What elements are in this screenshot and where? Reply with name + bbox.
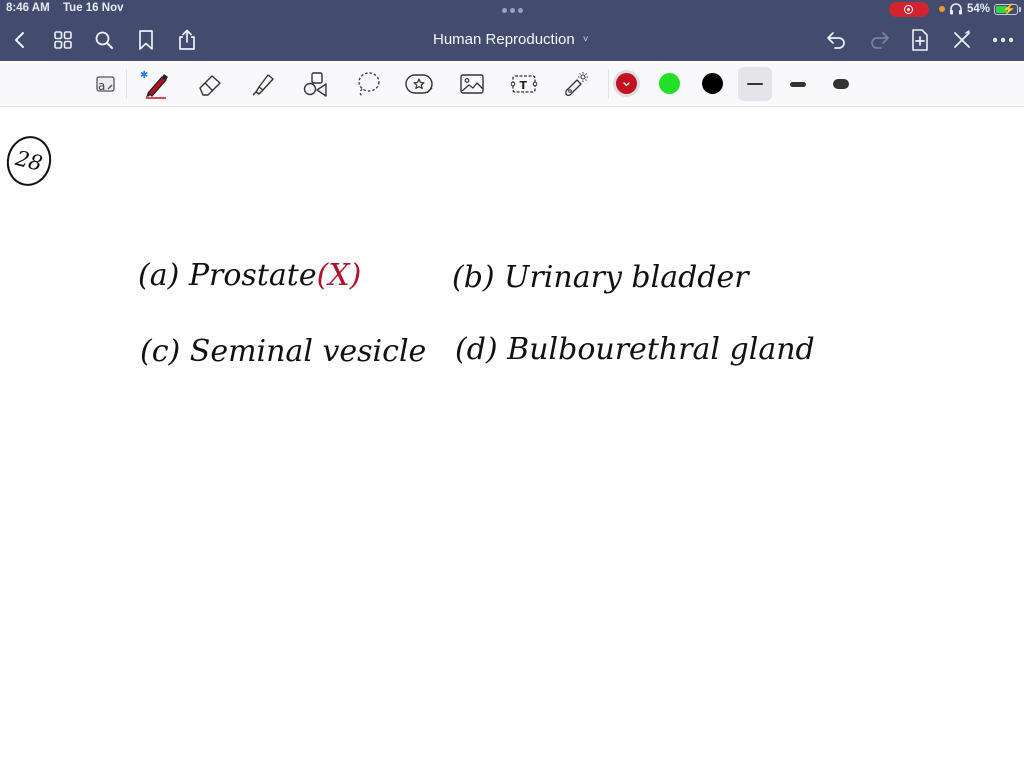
search-button[interactable] <box>90 26 118 54</box>
option-a: (a) Prostate(X) <box>138 258 361 293</box>
add-page-button[interactable] <box>906 26 934 54</box>
app-header: 8:46 AM Tue 16 Nov 54% ⚡ Human Reproduct… <box>0 0 1024 61</box>
image-icon <box>460 74 484 94</box>
question-number-text: 28 <box>13 146 45 176</box>
elements-tool-button[interactable] <box>403 69 435 99</box>
bookmark-button[interactable] <box>132 26 160 54</box>
thin-stroke-icon <box>747 83 763 85</box>
chevron-down-icon: ˅ <box>582 34 589 45</box>
option-c-label: (c) <box>140 334 181 369</box>
undo-button[interactable] <box>823 26 851 54</box>
option-d: (d) Bulbourethral gland <box>455 332 815 367</box>
search-icon <box>95 31 113 49</box>
redo-icon <box>871 32 889 49</box>
multitasking-handle[interactable] <box>502 8 523 13</box>
option-b-label: (b) <box>452 260 495 295</box>
medium-stroke-icon <box>790 81 806 87</box>
microphone-in-use-dot <box>938 6 945 12</box>
redo-button[interactable] <box>865 26 893 54</box>
text-box-icon: T <box>510 75 538 93</box>
toolbar-divider <box>608 69 609 99</box>
headphones-icon <box>949 3 962 15</box>
bluetooth-icon: ✱ <box>140 70 148 81</box>
bookmark-icon <box>139 30 153 50</box>
option-b-text: Urinary bladder <box>504 260 749 295</box>
wrong-answer-mark: (X) <box>316 258 362 293</box>
option-a-label: (a) <box>138 258 180 293</box>
stroke-width-medium[interactable] <box>781 67 815 101</box>
image-tool-button[interactable] <box>456 69 488 99</box>
status-indicators: 54% ⚡ <box>888 1 1021 17</box>
note-canvas[interactable] <box>0 107 1024 768</box>
pen-tool-button[interactable]: ✱ <box>140 69 172 99</box>
option-c-text: Seminal vesicle <box>189 334 427 369</box>
screen-recording-indicator[interactable] <box>888 1 929 17</box>
shapes-icon <box>303 72 327 97</box>
stroke-width-thick[interactable] <box>824 67 858 101</box>
add-page-icon <box>912 29 928 51</box>
eraser-icon <box>199 75 221 96</box>
svg-text:a: a <box>98 79 105 93</box>
sticker-icon <box>405 74 433 94</box>
option-d-label: (d) <box>455 332 498 367</box>
stroke-width-thin[interactable] <box>738 67 772 101</box>
option-d-text: Bulbourethral gland <box>507 332 815 367</box>
more-button[interactable] <box>989 26 1017 54</box>
chevron-left-icon <box>15 32 24 48</box>
status-time: 8:46 AM <box>6 2 50 14</box>
option-b: (b) Urinary bladder <box>452 260 749 295</box>
option-c: (c) Seminal vesicle <box>140 334 426 369</box>
lasso-tool-button[interactable] <box>352 69 384 99</box>
text-tool-button[interactable]: T <box>508 69 540 99</box>
status-date: Tue 16 Nov <box>63 2 124 14</box>
option-a-text: Prostate <box>188 258 317 293</box>
shapes-tool-button[interactable] <box>299 69 331 99</box>
battery-icon: ⚡ <box>994 3 1021 16</box>
text-tool-label: T <box>520 79 528 92</box>
share-button[interactable] <box>173 26 201 54</box>
read-mode-icon: a <box>96 76 115 93</box>
battery-percent: 54% <box>966 3 990 15</box>
highlighter-icon <box>252 74 274 96</box>
grid-icon <box>54 31 72 49</box>
lasso-icon <box>358 72 380 97</box>
toolbar-divider <box>126 69 127 99</box>
color-swatch-black[interactable] <box>702 73 723 94</box>
thick-stroke-icon <box>833 79 849 89</box>
document-title: Human Reproduction <box>433 31 575 48</box>
charging-bolt-icon: ⚡ <box>1002 3 1016 16</box>
eraser-tool-button[interactable] <box>194 69 226 99</box>
document-title-menu[interactable]: Human Reproduction ˅ <box>433 31 589 48</box>
laser-pointer-tool-button[interactable] <box>560 69 592 99</box>
close-pen-mode-button[interactable] <box>948 26 976 54</box>
read-only-mode-button[interactable]: a <box>89 69 121 99</box>
color-swatch-green[interactable] <box>659 73 680 94</box>
laser-pointer-icon <box>565 72 588 96</box>
more-icon <box>992 37 1014 43</box>
color-swatch-red[interactable] <box>616 73 637 94</box>
close-pen-icon <box>954 30 970 48</box>
record-icon <box>904 4 914 14</box>
undo-icon <box>827 32 845 49</box>
thumbnails-button[interactable] <box>49 26 77 54</box>
drawing-toolbar: a ✱ T <box>0 61 1024 107</box>
share-icon <box>179 29 195 50</box>
pen-icon: ✱ <box>140 70 168 99</box>
highlighter-tool-button[interactable] <box>247 69 279 99</box>
back-button[interactable] <box>6 26 34 54</box>
chevron-down-icon <box>623 82 630 87</box>
